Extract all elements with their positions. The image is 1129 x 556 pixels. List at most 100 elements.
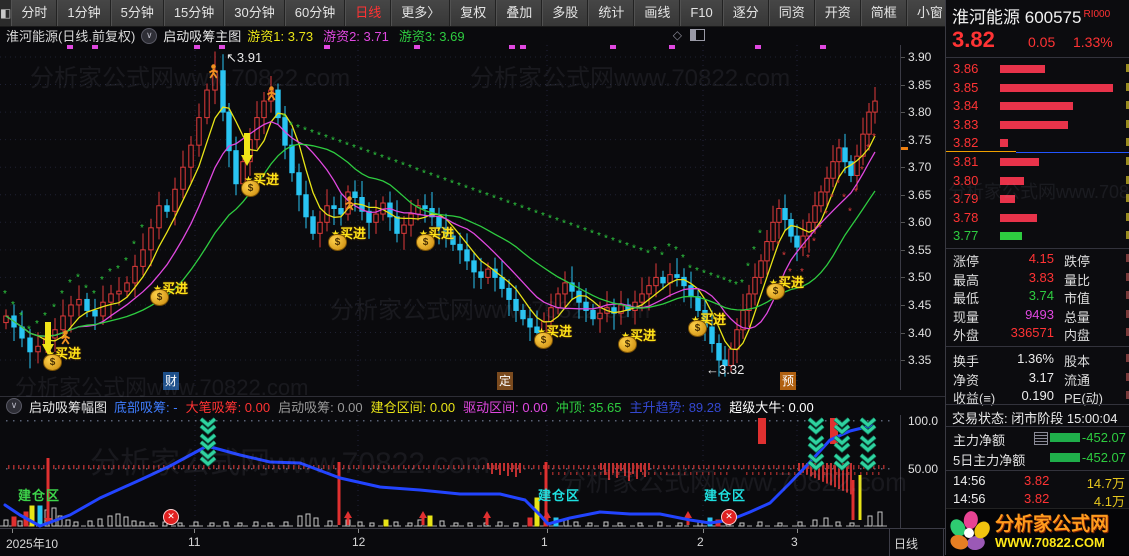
axis-tick <box>901 194 905 196</box>
svg-text:*: * <box>534 208 538 219</box>
period-button-5分钟[interactable]: 5分钟 <box>110 0 164 26</box>
svg-text:*: * <box>289 121 293 132</box>
svg-text:*: * <box>667 242 671 253</box>
collapse-icon[interactable]: ∨ <box>6 398 22 414</box>
svg-text:*: * <box>583 226 587 237</box>
svg-text:*: * <box>485 191 489 202</box>
svg-text:*: * <box>478 188 482 199</box>
svg-text:*: * <box>639 246 643 257</box>
trade-price: 3.82 <box>1024 473 1050 488</box>
svg-text:*: * <box>740 278 744 289</box>
axis-tick <box>901 112 905 114</box>
tool-button-逐分[interactable]: 逐分 <box>722 0 769 26</box>
tool-button-画线[interactable]: 画线 <box>634 0 681 26</box>
svg-text:*: * <box>415 166 419 177</box>
tool-button-简框[interactable]: 简框 <box>860 0 907 26</box>
svg-text:*: * <box>324 133 328 144</box>
svg-text:*: * <box>450 178 454 189</box>
tool-button-F10[interactable]: F10 <box>680 0 723 26</box>
orderbook-price: 3.85 <box>953 79 979 95</box>
brand-logo[interactable]: 分析家公式网 WWW.70822.COM <box>946 508 1129 555</box>
period-button-60分钟[interactable]: 60分钟 <box>284 0 346 26</box>
flow-label: 主力净额 <box>953 433 1006 448</box>
stat-value: 4.15 <box>1028 251 1054 266</box>
sub-chart-canvas[interactable] <box>0 415 900 528</box>
last-price: 3.82 <box>952 27 995 52</box>
svg-text:*: * <box>824 209 828 220</box>
period-button-分时[interactable]: 分时 <box>11 0 58 26</box>
main-chart-canvas[interactable]: ************** ****** * * * * * * * * * * * * * * * * * * * *… <box>0 45 900 390</box>
period-buttons: 分时 1分钟 5分钟 15分钟 30分钟 60分钟 日线 更多〉 <box>11 0 451 26</box>
sub-indicator-legend: 底部吸筹: - 大笔吸筹: 0.00 启动吸筹: 0.00 建仓区间: 0.00 驱动区… <box>114 397 814 416</box>
period-button-30分钟[interactable]: 30分钟 <box>224 0 285 26</box>
svg-text:*: * <box>464 183 468 194</box>
svg-text:*: * <box>3 289 7 300</box>
flow-label: 5日主力净额 <box>953 453 1026 468</box>
svg-text:*: * <box>848 206 852 217</box>
svg-text:*: * <box>800 267 804 278</box>
svg-text:*: * <box>709 271 713 282</box>
svg-text:*: * <box>11 300 15 311</box>
svg-text:*: * <box>296 123 300 134</box>
list-icon[interactable] <box>1034 432 1048 445</box>
tool-button-开资[interactable]: 开资 <box>814 0 861 26</box>
sub-axis: 100.0 50.00 <box>900 414 946 528</box>
tool-button-复权[interactable]: 复权 <box>450 0 497 26</box>
panel-divider <box>946 404 1129 405</box>
svg-text:*: * <box>443 176 447 187</box>
diamond-icon[interactable]: ◇ <box>673 28 682 42</box>
svg-text:*: * <box>688 264 692 275</box>
legend-item: 游资2: 3.71 <box>323 29 389 44</box>
period-button-15分钟[interactable]: 15分钟 <box>163 0 225 26</box>
svg-text:*: * <box>590 228 594 239</box>
svg-text:*: * <box>860 165 864 176</box>
price-tick-label: 3.85 <box>908 77 932 92</box>
window-icon[interactable]: ◧ <box>0 0 11 26</box>
price-tick-label: 3.75 <box>908 132 932 147</box>
stat-label: 总量 <box>1064 309 1091 325</box>
svg-text:*: * <box>92 289 96 300</box>
tool-button-统计[interactable]: 统计 <box>588 0 635 26</box>
collapse-icon[interactable]: ∨ <box>141 27 158 44</box>
svg-text:*: * <box>541 211 545 222</box>
stock-name: 淮河能源 600575 RI000 <box>952 8 1111 27</box>
stat-label: 流通 <box>1064 372 1091 388</box>
split-window-icon[interactable] <box>690 29 705 41</box>
stat-value: 3.74 <box>1028 288 1054 304</box>
orderbook-price: 3.78 <box>953 209 979 225</box>
tool-button-叠加[interactable]: 叠加 <box>496 0 543 26</box>
orderbook-price: 3.77 <box>953 228 979 244</box>
period-button-1分钟[interactable]: 1分钟 <box>57 0 111 26</box>
sub-legend-item: 驱动区间: 0.00 <box>463 399 548 415</box>
svg-text:*: * <box>408 163 412 174</box>
period-button-日线[interactable]: 日线 <box>345 0 392 26</box>
svg-text:*: * <box>84 283 88 294</box>
panel-divider <box>946 470 1129 471</box>
svg-text:*: * <box>569 221 573 232</box>
svg-text:*: * <box>27 325 31 336</box>
sub-legend-item: 超级大牛: 0.00 <box>729 399 814 415</box>
svg-text:*: * <box>660 250 664 261</box>
svg-text:*: * <box>394 158 398 169</box>
svg-text:*: * <box>35 319 39 330</box>
svg-text:*: * <box>722 276 726 287</box>
stat-label: 外盘 <box>953 328 980 344</box>
svg-text:*: * <box>422 168 426 179</box>
svg-text:*: * <box>520 203 524 214</box>
orderbook-price: 3.82 <box>953 135 979 151</box>
svg-text:*: * <box>436 173 440 184</box>
svg-text:*: * <box>674 245 678 256</box>
stat-label: 现量 <box>953 309 980 325</box>
sub-legend-item: 底部吸筹: - <box>114 399 178 415</box>
sub-tick-label: 100.0 <box>908 414 939 428</box>
sub-chart-header: ∨ 启动吸筹幅图 底部吸筹: - 大笔吸筹: 0.00 启动吸筹: 0.00 建仓区间… <box>0 396 945 415</box>
svg-text:*: * <box>576 223 580 234</box>
tool-button-多股[interactable]: 多股 <box>542 0 589 26</box>
period-button-更多〉[interactable]: 更多〉 <box>391 0 451 26</box>
mid-price-line-left <box>946 151 1016 153</box>
time-axis-tick <box>194 529 195 533</box>
panel-divider <box>946 57 1129 58</box>
tool-button-同资[interactable]: 同资 <box>768 0 815 26</box>
svg-text:*: * <box>429 171 433 182</box>
price-tick-label: 3.35 <box>908 353 932 368</box>
